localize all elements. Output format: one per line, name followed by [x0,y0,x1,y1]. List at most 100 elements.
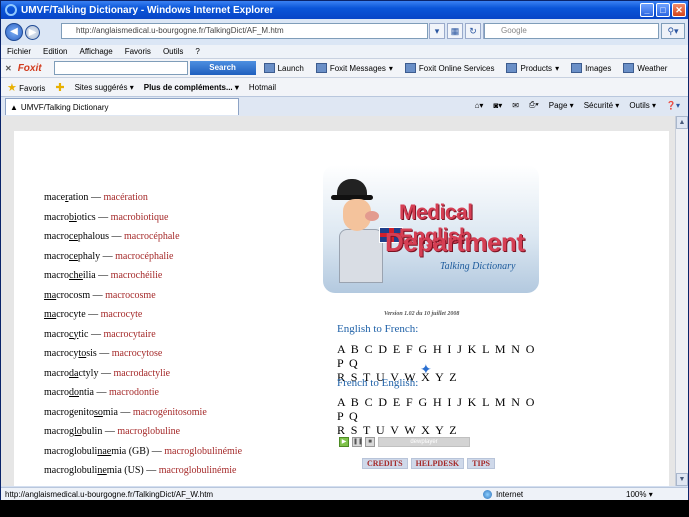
scroll-up-icon[interactable]: ▲ [676,116,688,129]
english-term[interactable]: macroglobulin [44,426,102,437]
menu-fichier[interactable]: Fichier [7,47,31,56]
player-progress-bar[interactable]: dewplayer [378,437,470,447]
list-item[interactable]: macrodontia — macrodontie [44,383,242,403]
french-translation[interactable]: macrochéilie [111,270,163,281]
foxit-products[interactable]: Products ▾ [506,63,559,73]
english-term[interactable]: macrodontia [44,387,94,398]
french-translation[interactable]: macrocytose [112,348,163,359]
suggested-sites[interactable]: Sites suggérés ▾ [75,83,134,92]
credits-button[interactable]: CREDITS [362,458,408,469]
list-item[interactable]: macrocytic — macrocytaire [44,325,242,345]
french-translation[interactable]: macrocéphale [124,231,180,242]
french-translation[interactable]: macroglobulinémie [164,446,242,457]
french-translation[interactable]: macrocéphalie [115,251,173,262]
dropdown-arrow-icon[interactable]: ▾ [429,23,445,39]
foxit-search-input[interactable] [53,61,188,75]
french-translation[interactable]: macération [103,192,147,203]
fr-en-letter-row-1[interactable]: A B C D E F G H I J K L M N O P Q [337,395,537,423]
english-term[interactable]: macrodactyly [44,368,98,379]
forward-button[interactable]: ▶ [25,24,40,40]
menu-favoris[interactable]: Favoris [125,47,151,56]
list-item[interactable]: macrocephalous — macrocéphale [44,227,242,247]
tab-talking-dictionary[interactable]: ▲ UMVF/Talking Dictionary [5,98,239,115]
menu-outils[interactable]: Outils [163,47,183,56]
french-translation[interactable]: macroglobulinémie [159,465,237,476]
fr-en-letter-row-2[interactable]: R S T U V W X Y Z [337,423,537,437]
list-item[interactable]: macroglobulinemia (US) — macroglobuliném… [44,461,242,481]
foxit-weather[interactable]: Weather [623,63,667,73]
foxit-logo[interactable]: Foxit [18,63,42,74]
list-item[interactable]: macrocytosis — macrocytose [44,344,242,364]
list-item[interactable]: maceration — macération [44,188,242,208]
security-menu[interactable]: Sécurité ▾ [584,101,620,110]
hotmail-link[interactable]: Hotmail [249,83,276,92]
french-translation[interactable]: macrocyte [101,309,143,320]
list-item[interactable]: macrogenitosomia — macrogénitosomie [44,403,242,423]
mail-icon[interactable]: ✉ [512,101,519,110]
list-item[interactable]: macrodactyly — macrodactylie [44,364,242,384]
foxit-launch[interactable]: Launch [263,63,304,73]
vertical-scrollbar[interactable]: ▲ ▼ [675,116,688,486]
foxit-search-button[interactable]: Search [189,61,256,75]
french-translation[interactable]: macrocosme [105,290,156,301]
search-input[interactable]: Google [484,23,659,39]
french-translation[interactable]: macrogénitosomie [133,407,207,418]
english-term[interactable]: macrocosm [44,290,90,301]
english-term[interactable]: macroglobulinaemia (GB) [44,446,149,457]
list-item[interactable]: macrocyte — macrocyte [44,305,242,325]
english-term[interactable]: macrocheilia [44,270,96,281]
english-term[interactable]: macroglobulinemia (US) [44,465,144,476]
foxit-messages[interactable]: Foxit Messages ▾ [315,63,393,73]
list-item[interactable]: macrocosm — macrocosme [44,286,242,306]
home-icon[interactable]: ⌂▾ [475,101,484,110]
english-term[interactable]: macrocytosis [44,348,97,359]
english-term[interactable]: macrobiotics [44,212,96,223]
add-favorite-icon[interactable]: ✚ [55,81,64,94]
title-bar[interactable]: UMVF/Talking Dictionary - Windows Intern… [1,1,688,19]
menu-edition[interactable]: Edition [43,47,67,56]
list-item[interactable]: macroglobulin — macroglobuline [44,422,242,442]
more-addons[interactable]: Plus de compléments... ▾ [144,83,239,92]
french-translation[interactable]: macrocytaire [103,329,155,340]
list-item[interactable]: macroglobulinaemia (GB) — macroglobuliné… [44,442,242,462]
stop-button[interactable]: ■ [365,437,375,447]
page-menu[interactable]: Page ▾ [549,101,574,110]
help-icon[interactable]: ❓▾ [666,101,680,110]
feeds-icon[interactable]: ◙▾ [493,101,502,110]
compat-view-icon[interactable]: ▦ [447,23,463,39]
french-translation[interactable]: macroglobuline [117,426,180,437]
list-item[interactable]: macrocephaly — macrocéphalie [44,247,242,267]
close-toolbar-icon[interactable]: ✕ [5,64,12,73]
print-icon[interactable]: ⎙▾ [529,100,539,110]
pause-button[interactable]: ❚❚ [352,437,363,447]
foxit-images[interactable]: Images [571,63,611,73]
address-input[interactable]: http://anglaismedical.u-bourgogne.fr/Tal… [61,23,428,39]
menu-affichage[interactable]: Affichage [79,47,112,56]
tips-button[interactable]: TIPS [467,458,495,469]
foxit-online-services[interactable]: Foxit Online Services [404,63,494,73]
refresh-icon[interactable]: ↻ [465,23,481,39]
english-term[interactable]: maceration [44,192,88,203]
list-item[interactable]: macrocheilia — macrochéilie [44,266,242,286]
english-term[interactable]: macrogenitosomia [44,407,118,418]
favorites-button[interactable]: ★ Favoris [7,81,45,94]
french-translation[interactable]: macrodontie [109,387,159,398]
english-term[interactable]: macrocephaly [44,251,100,262]
minimize-button[interactable]: _ [640,3,654,17]
en-fr-letter-row-1[interactable]: A B C D E F G H I J K L M N O P Q [337,342,537,370]
scroll-down-icon[interactable]: ▼ [676,473,688,486]
english-term[interactable]: macrocephalous [44,231,109,242]
english-term[interactable]: macrocytic [44,329,88,340]
search-icon[interactable]: ⚲▾ [661,23,685,39]
close-button[interactable]: ✕ [672,3,686,17]
french-translation[interactable]: macrobiotique [111,212,169,223]
helpdesk-button[interactable]: HELPDESK [410,458,465,469]
menu-help[interactable]: ? [195,47,199,56]
tools-menu[interactable]: Outils ▾ [629,101,656,110]
french-translation[interactable]: macrodactylie [113,368,170,379]
maximize-button[interactable]: □ [656,3,670,17]
back-button[interactable]: ◀ [5,23,23,41]
english-term[interactable]: macrocyte [44,309,86,320]
list-item[interactable]: macrobiotics — macrobiotique [44,208,242,228]
play-button[interactable]: ▶ [339,437,349,447]
